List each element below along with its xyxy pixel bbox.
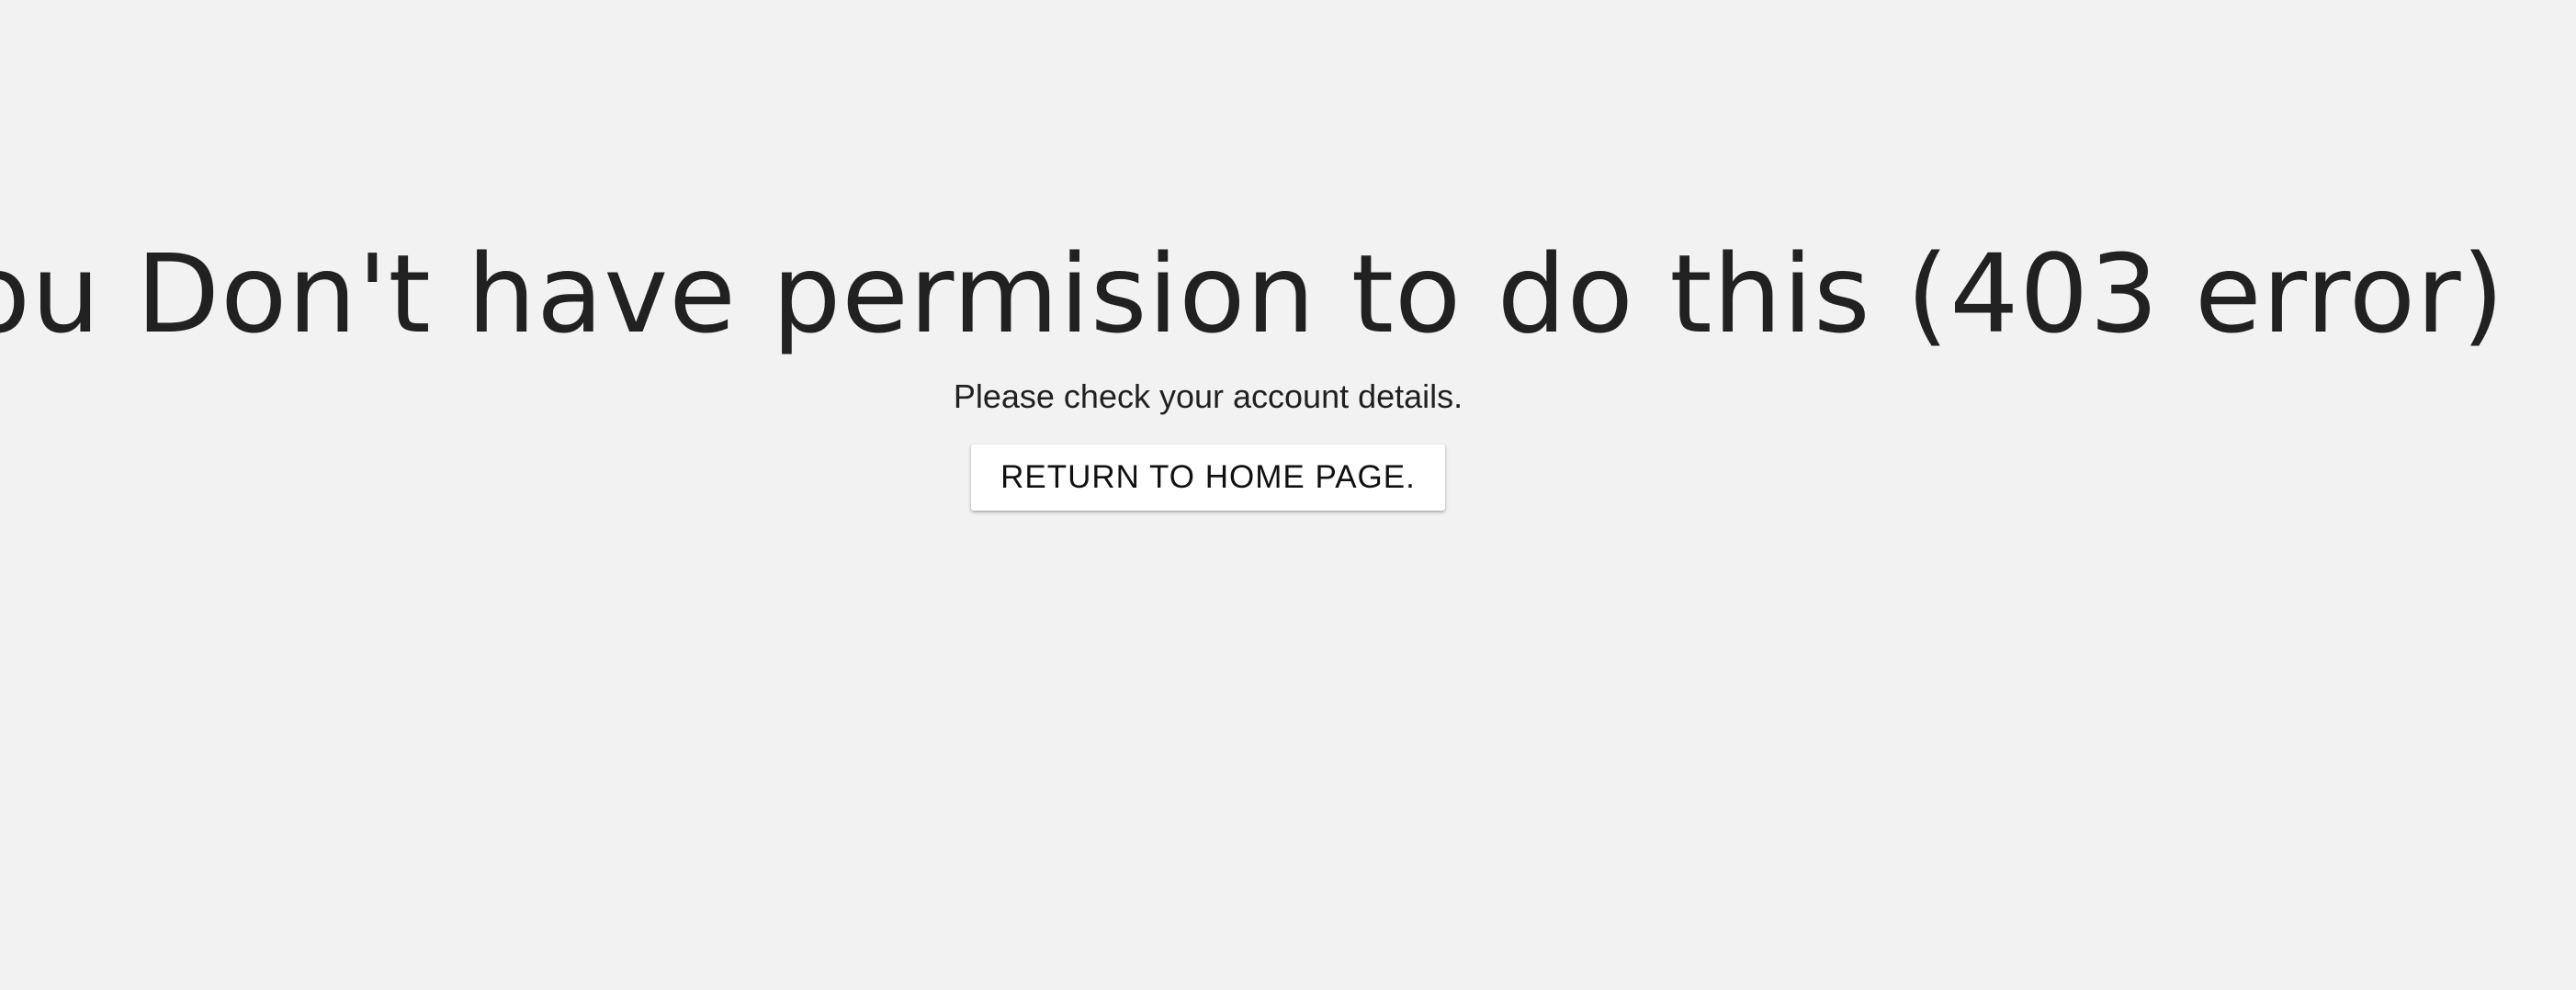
- error-page: You Don't have permision to do this (403…: [0, 0, 2504, 511]
- error-subtitle: Please check your account details.: [953, 377, 1463, 415]
- error-title: You Don't have permision to do this (403…: [0, 231, 2505, 357]
- return-home-button[interactable]: RETURN TO HOME PAGE.: [971, 444, 1445, 511]
